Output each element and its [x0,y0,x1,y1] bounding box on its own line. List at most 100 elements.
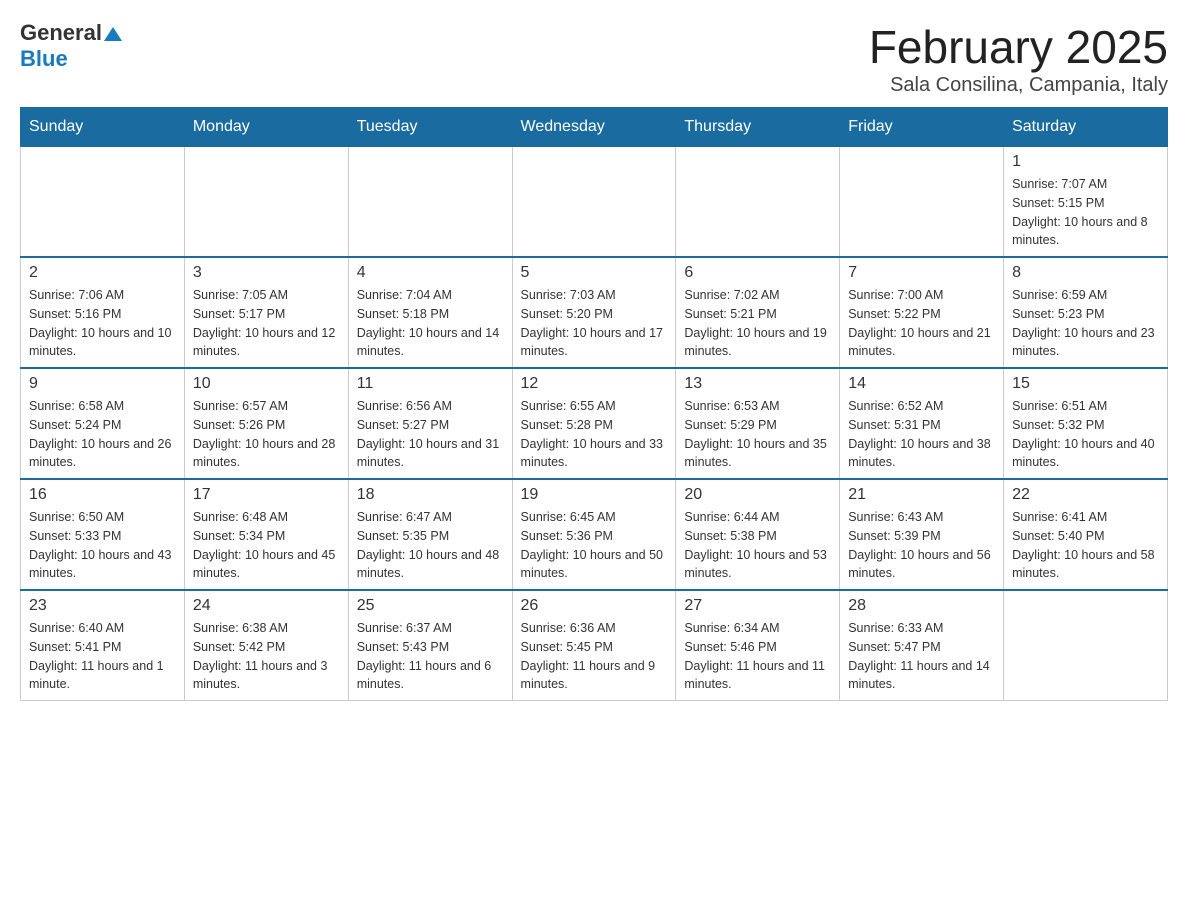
logo: General Blue [20,20,122,72]
day-number: 24 [193,597,340,615]
day-number: 4 [357,264,504,282]
calendar-cell: 21 Sunrise: 6:43 AMSunset: 5:39 PMDayligh… [840,479,1004,590]
day-number: 21 [848,486,995,504]
calendar-cell: 12 Sunrise: 6:55 AMSunset: 5:28 PMDayligh… [512,368,676,479]
calendar-cell [840,147,1004,258]
day-info: Sunrise: 6:58 AMSunset: 5:24 PMDaylight:… [29,397,176,472]
day-number: 17 [193,486,340,504]
calendar-week-3: 9 Sunrise: 6:58 AMSunset: 5:24 PMDaylight… [21,368,1168,479]
page-header: General Blue February 2025 Sala Consilin… [20,20,1168,97]
day-info: Sunrise: 6:33 AMSunset: 5:47 PMDaylight:… [848,619,995,694]
calendar-cell: 8 Sunrise: 6:59 AMSunset: 5:23 PMDaylight… [1004,257,1168,368]
day-header-tuesday: Tuesday [348,108,512,147]
day-info: Sunrise: 6:44 AMSunset: 5:38 PMDaylight:… [684,508,831,583]
day-number: 20 [684,486,831,504]
calendar-week-5: 23Sunrise: 6:40 AMSunset: 5:41 PMDayligh… [21,590,1168,701]
day-info: Sunrise: 7:05 AMSunset: 5:17 PMDaylight:… [193,286,340,361]
day-info: Sunrise: 6:36 AMSunset: 5:45 PMDaylight:… [521,619,668,694]
calendar-cell: 28 Sunrise: 6:33 AMSunset: 5:47 PMDayligh… [840,590,1004,701]
day-info: Sunrise: 6:50 AMSunset: 5:33 PMDaylight:… [29,508,176,583]
month-title: February 2025 [869,20,1168,74]
day-headers-row: SundayMondayTuesdayWednesdayThursdayFrid… [21,108,1168,147]
day-info: Sunrise: 7:04 AMSunset: 5:18 PMDaylight:… [357,286,504,361]
calendar-cell: 25Sunrise: 6:37 AMSunset: 5:43 PMDayligh… [348,590,512,701]
day-number: 11 [357,375,504,393]
calendar-cell: 7 Sunrise: 7:00 AMSunset: 5:22 PMDaylight… [840,257,1004,368]
day-info: Sunrise: 7:00 AMSunset: 5:22 PMDaylight:… [848,286,995,361]
calendar-cell: 2Sunrise: 7:06 AMSunset: 5:16 PMDaylight… [21,257,185,368]
calendar-cell: 1 Sunrise: 7:07 AMSunset: 5:15 PMDaylight… [1004,147,1168,258]
calendar-cell: 10 Sunrise: 6:57 AMSunset: 5:26 PMDayligh… [184,368,348,479]
day-number: 14 [848,375,995,393]
calendar-cell: 22Sunrise: 6:41 AMSunset: 5:40 PMDayligh… [1004,479,1168,590]
day-number: 23 [29,597,176,615]
day-number: 9 [29,375,176,393]
day-info: Sunrise: 6:57 AMSunset: 5:26 PMDaylight:… [193,397,340,472]
calendar-cell: 4 Sunrise: 7:04 AMSunset: 5:18 PMDaylight… [348,257,512,368]
calendar-cell [21,147,185,258]
day-number: 6 [684,264,831,282]
calendar-cell [512,147,676,258]
calendar-cell: 11 Sunrise: 6:56 AMSunset: 5:27 PMDayligh… [348,368,512,479]
calendar-table: SundayMondayTuesdayWednesdayThursdayFrid… [20,107,1168,701]
calendar-header: SundayMondayTuesdayWednesdayThursdayFrid… [21,108,1168,147]
day-number: 13 [684,375,831,393]
calendar-cell [184,147,348,258]
calendar-week-1: 1 Sunrise: 7:07 AMSunset: 5:15 PMDaylight… [21,147,1168,258]
day-number: 16 [29,486,176,504]
day-info: Sunrise: 7:07 AMSunset: 5:15 PMDaylight:… [1012,175,1159,250]
calendar-cell: 23Sunrise: 6:40 AMSunset: 5:41 PMDayligh… [21,590,185,701]
day-number: 28 [848,597,995,615]
day-info: Sunrise: 6:59 AMSunset: 5:23 PMDaylight:… [1012,286,1159,361]
calendar-cell: 18Sunrise: 6:47 AMSunset: 5:35 PMDayligh… [348,479,512,590]
day-info: Sunrise: 6:38 AMSunset: 5:42 PMDaylight:… [193,619,340,694]
calendar-cell: 27 Sunrise: 6:34 AMSunset: 5:46 PMDayligh… [676,590,840,701]
day-info: Sunrise: 7:06 AMSunset: 5:16 PMDaylight:… [29,286,176,361]
day-header-thursday: Thursday [676,108,840,147]
day-number: 10 [193,375,340,393]
day-number: 1 [1012,153,1159,171]
title-block: February 2025 Sala Consilina, Campania, … [869,20,1168,97]
day-info: Sunrise: 6:37 AMSunset: 5:43 PMDaylight:… [357,619,504,694]
day-info: Sunrise: 6:47 AMSunset: 5:35 PMDaylight:… [357,508,504,583]
calendar-body: 1 Sunrise: 7:07 AMSunset: 5:15 PMDaylight… [21,147,1168,701]
day-number: 22 [1012,486,1159,504]
calendar-cell: 6 Sunrise: 7:02 AMSunset: 5:21 PMDaylight… [676,257,840,368]
calendar-cell: 16 Sunrise: 6:50 AMSunset: 5:33 PMDayligh… [21,479,185,590]
calendar-cell: 15 Sunrise: 6:51 AMSunset: 5:32 PMDayligh… [1004,368,1168,479]
day-info: Sunrise: 6:56 AMSunset: 5:27 PMDaylight:… [357,397,504,472]
calendar-week-2: 2Sunrise: 7:06 AMSunset: 5:16 PMDaylight… [21,257,1168,368]
day-info: Sunrise: 6:55 AMSunset: 5:28 PMDaylight:… [521,397,668,472]
day-header-sunday: Sunday [21,108,185,147]
calendar-cell: 9 Sunrise: 6:58 AMSunset: 5:24 PMDaylight… [21,368,185,479]
day-number: 8 [1012,264,1159,282]
calendar-cell: 19Sunrise: 6:45 AMSunset: 5:36 PMDayligh… [512,479,676,590]
logo-blue-text: Blue [20,46,68,72]
location-title: Sala Consilina, Campania, Italy [869,74,1168,97]
calendar-cell: 20 Sunrise: 6:44 AMSunset: 5:38 PMDayligh… [676,479,840,590]
calendar-cell [1004,590,1168,701]
day-number: 7 [848,264,995,282]
day-info: Sunrise: 6:34 AMSunset: 5:46 PMDaylight:… [684,619,831,694]
calendar-cell [348,147,512,258]
day-info: Sunrise: 6:52 AMSunset: 5:31 PMDaylight:… [848,397,995,472]
day-number: 15 [1012,375,1159,393]
day-info: Sunrise: 6:45 AMSunset: 5:36 PMDaylight:… [521,508,668,583]
calendar-week-4: 16 Sunrise: 6:50 AMSunset: 5:33 PMDayligh… [21,479,1168,590]
day-info: Sunrise: 6:43 AMSunset: 5:39 PMDaylight:… [848,508,995,583]
calendar-cell: 26 Sunrise: 6:36 AMSunset: 5:45 PMDayligh… [512,590,676,701]
day-header-wednesday: Wednesday [512,108,676,147]
day-header-monday: Monday [184,108,348,147]
day-info: Sunrise: 7:02 AMSunset: 5:21 PMDaylight:… [684,286,831,361]
calendar-cell [676,147,840,258]
day-header-friday: Friday [840,108,1004,147]
day-info: Sunrise: 6:51 AMSunset: 5:32 PMDaylight:… [1012,397,1159,472]
day-number: 5 [521,264,668,282]
calendar-cell: 5Sunrise: 7:03 AMSunset: 5:20 PMDaylight… [512,257,676,368]
logo-general-text: General [20,20,102,46]
day-header-saturday: Saturday [1004,108,1168,147]
day-number: 27 [684,597,831,615]
day-number: 26 [521,597,668,615]
day-number: 12 [521,375,668,393]
day-info: Sunrise: 6:48 AMSunset: 5:34 PMDaylight:… [193,508,340,583]
